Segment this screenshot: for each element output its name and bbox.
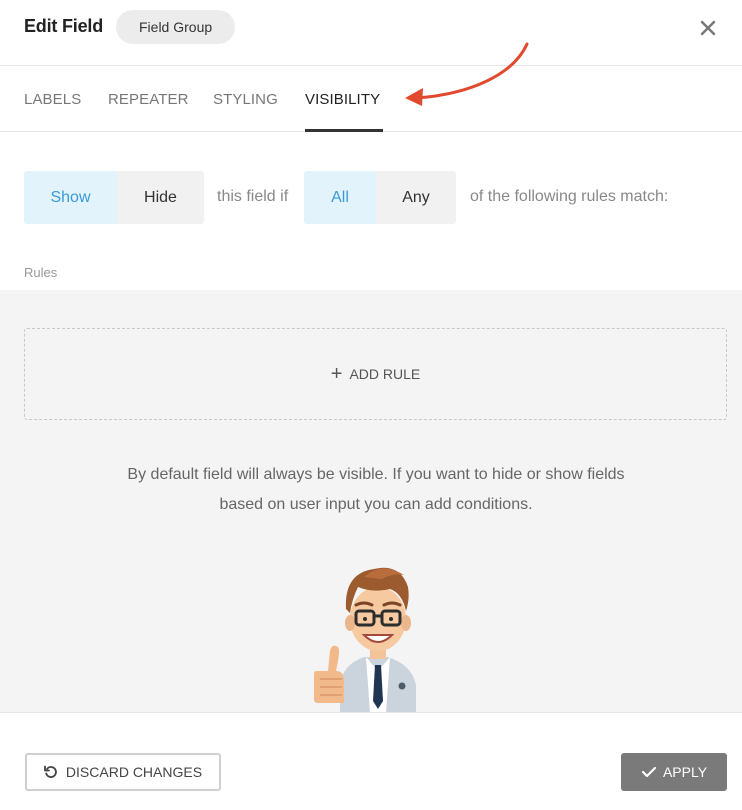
show-hide-toggle: Show Hide [24,171,204,224]
field-group-pill[interactable]: Field Group [116,10,236,44]
rules-heading: Rules [24,265,58,280]
mascot-illustration-icon [314,567,416,712]
add-rule-button[interactable]: + ADD RULE [24,328,727,420]
checkmark-icon [641,766,657,778]
modal-title: Edit Field [24,16,104,36]
all-any-toggle: All Any [304,171,456,224]
undo-icon [44,765,57,778]
tab-repeater[interactable]: REPEATER [108,91,189,108]
show-button[interactable]: Show [24,171,117,224]
tab-labels[interactable]: LABELS [24,91,81,108]
connector-text: this field if [217,188,289,205]
modal-footer: DISCARD CHANGES APPLY [0,712,742,810]
annotation-arrow-icon [405,42,529,106]
active-tab-indicator [305,129,383,132]
apply-button[interactable]: APPLY [621,753,727,791]
apply-label: APPLY [662,764,708,780]
discard-label: DISCARD CHANGES [65,764,203,780]
hint-line-1: By default field will always be visible.… [127,466,625,483]
discard-changes-button[interactable]: DISCARD CHANGES [25,753,221,791]
empty-state-hint: By default field will always be visible.… [0,460,742,520]
tab-visibility[interactable]: VISIBILITY [305,91,380,108]
any-button[interactable]: Any [376,171,456,224]
close-icon[interactable] [696,16,720,40]
hint-line-2: based on user input you can add conditio… [219,496,533,513]
tab-bar: LABELS REPEATER STYLING VISIBILITY [0,66,742,132]
hide-button[interactable]: Hide [117,171,204,224]
tab-styling[interactable]: STYLING [213,91,278,108]
all-button[interactable]: All [304,171,376,224]
modal-header: Edit Field Field Group [0,0,742,66]
rules-panel: + ADD RULE By default field will always … [0,290,742,712]
add-rule-label: ADD RULE [349,366,421,382]
plus-icon: + [330,363,343,385]
rules-match-text: of the following rules match: [470,188,669,205]
